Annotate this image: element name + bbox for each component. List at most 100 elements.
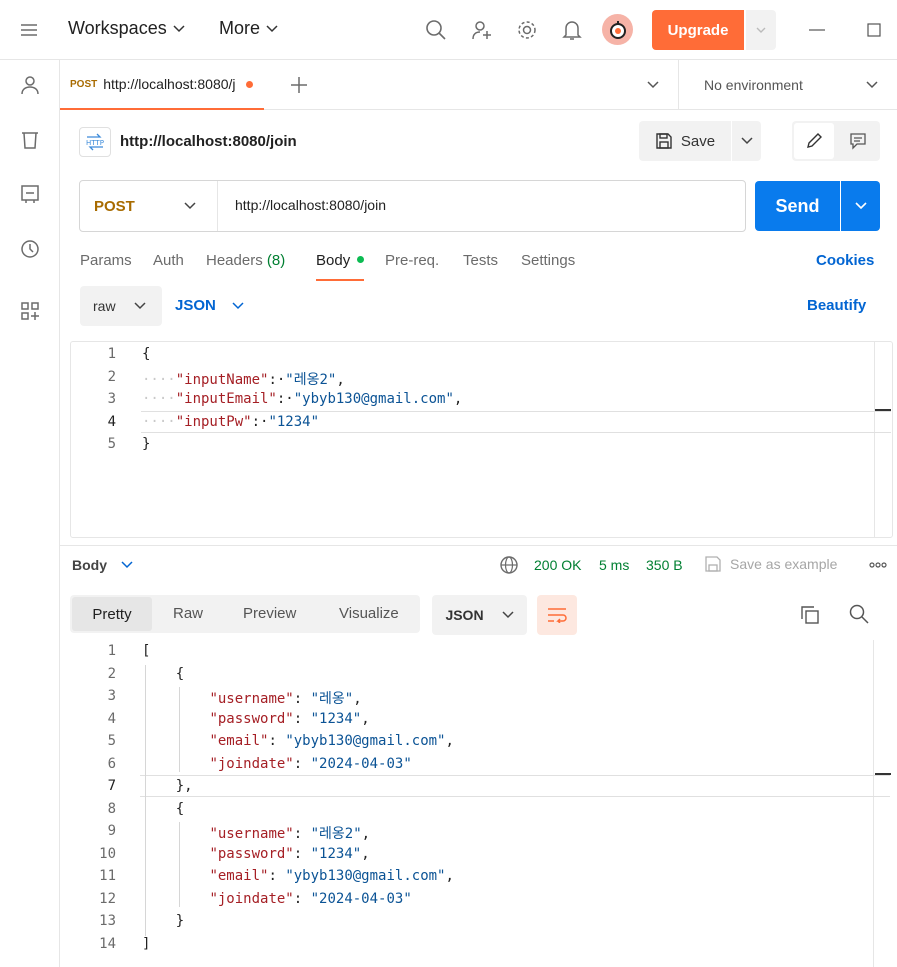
response-code-line: ] — [142, 936, 151, 952]
save-icon — [656, 133, 672, 149]
method-selector[interactable]: POST — [80, 181, 218, 231]
body-mode-select[interactable]: raw — [80, 286, 162, 326]
upgrade-options-button[interactable] — [746, 10, 776, 50]
chevron-down-icon — [866, 81, 878, 89]
tab-headers[interactable]: Headers (8) — [206, 252, 285, 269]
chevron-down-icon — [173, 24, 185, 32]
chevron-down-icon — [502, 611, 514, 619]
view-tab-pretty[interactable]: Pretty — [72, 597, 152, 631]
response-format-select[interactable]: JSON — [432, 595, 527, 635]
beautify-link[interactable]: Beautify — [807, 297, 866, 314]
code-line: ····"inputEmail":·"ybyb130@gmail.com", — [142, 391, 463, 407]
wrap-lines-button[interactable] — [537, 595, 577, 635]
save-button[interactable]: Save — [639, 121, 731, 161]
line-number: 3 — [107, 688, 116, 704]
response-code-line: [ — [142, 643, 151, 659]
tab-tests[interactable]: Tests — [463, 252, 498, 269]
edit-comment-toggle — [792, 121, 880, 161]
response-code-line: }, — [142, 778, 193, 794]
history-icon[interactable] — [17, 236, 43, 262]
unsaved-dot — [245, 80, 253, 88]
tab-settings[interactable]: Settings — [521, 252, 575, 269]
code-line: ····"inputName":·"레옹2", — [142, 372, 345, 388]
method-label: POST — [94, 197, 135, 215]
search-icon[interactable] — [849, 604, 869, 624]
workspaces-label: Workspaces — [68, 18, 167, 38]
settings-gear-icon[interactable] — [514, 16, 540, 44]
save-options-button[interactable] — [732, 121, 761, 161]
search-icon[interactable] — [423, 16, 449, 44]
save-icon — [705, 556, 721, 572]
response-code-line: "joindate": "2024-04-03" — [209, 891, 412, 907]
view-tab-raw[interactable]: Raw — [173, 605, 203, 622]
environments-icon[interactable] — [17, 181, 43, 207]
notifications-bell-icon[interactable] — [559, 16, 585, 44]
collections-trash-icon[interactable] — [17, 127, 43, 153]
line-number: 5 — [107, 436, 116, 452]
tab-body[interactable]: Body — [316, 252, 365, 281]
url-bar: POST http://localhost:8080/join — [79, 180, 746, 232]
response-view-tabs: Pretty Raw Preview Visualize — [70, 595, 420, 633]
invite-user-icon[interactable] — [469, 16, 495, 44]
view-tab-visualize[interactable]: Visualize — [339, 605, 399, 622]
line-number: 4 — [107, 711, 116, 727]
chevron-down-icon — [184, 202, 196, 210]
response-size[interactable]: 350 B — [646, 557, 683, 573]
chevron-down-icon — [232, 301, 244, 309]
response-section-toggle[interactable]: Body — [72, 557, 133, 573]
chevron-down-icon — [121, 561, 133, 569]
user-profile-icon[interactable] — [17, 72, 43, 98]
minimize-window-icon[interactable] — [804, 16, 830, 44]
send-button[interactable]: Send — [755, 181, 840, 231]
line-number: 9 — [107, 823, 116, 839]
editor-scrollbar[interactable] — [874, 342, 875, 537]
response-code-line: "password": "1234", — [209, 846, 370, 862]
tab-body-label: Body — [316, 252, 351, 269]
line-number: 10 — [99, 846, 116, 862]
top-bar: Workspaces More Upgrade — [0, 0, 897, 60]
line-number: 13 — [99, 913, 116, 929]
tab-auth[interactable]: Auth — [153, 252, 184, 269]
maximize-window-icon[interactable] — [861, 16, 887, 44]
upgrade-button[interactable]: Upgrade — [652, 10, 744, 50]
left-sidebar — [0, 60, 60, 967]
save-as-example-button[interactable]: Save as example — [704, 555, 837, 573]
chevron-down-icon — [266, 24, 278, 32]
chevron-down-icon — [854, 202, 867, 210]
body-language-select[interactable]: JSON — [175, 297, 244, 314]
comments-icon[interactable] — [838, 123, 878, 159]
environment-selector[interactable]: No environment — [679, 60, 897, 110]
response-cursor-marker — [875, 773, 891, 775]
add-apps-grid-icon[interactable] — [17, 298, 43, 324]
hamburger-menu-icon[interactable] — [16, 16, 42, 44]
copy-icon[interactable] — [800, 605, 820, 625]
workspaces-menu[interactable]: Workspaces — [68, 18, 185, 39]
code-line: { — [142, 346, 151, 362]
cookies-link[interactable]: Cookies — [816, 252, 874, 269]
more-options-icon[interactable] — [869, 562, 887, 568]
status-code[interactable]: 200 OK — [534, 557, 581, 573]
tab-params[interactable]: Params — [80, 252, 132, 269]
tab-pre-request[interactable]: Pre-req. — [385, 252, 439, 269]
response-code-line: } — [142, 913, 185, 929]
headers-count-badge: (8) — [266, 252, 286, 269]
send-options-button[interactable] — [841, 181, 880, 231]
globe-icon[interactable] — [499, 555, 519, 575]
request-name[interactable]: http://localhost:8080/join — [120, 133, 297, 150]
response-code-line: "username": "레옹", — [209, 691, 362, 707]
tabs-overflow-chevron-icon[interactable] — [647, 81, 659, 89]
more-menu[interactable]: More — [219, 18, 278, 39]
view-tab-preview[interactable]: Preview — [243, 605, 296, 622]
pane-divider[interactable] — [60, 545, 897, 546]
avatar[interactable] — [602, 14, 633, 45]
response-time[interactable]: 5 ms — [599, 557, 629, 573]
chevron-down-icon — [134, 302, 146, 310]
editor-cursor-marker — [875, 409, 891, 411]
response-code-line: "email": "ybyb130@gmail.com", — [209, 868, 454, 884]
response-scrollbar[interactable] — [873, 640, 874, 967]
active-request-tab[interactable]: POST http://localhost:8080/j — [60, 60, 264, 110]
new-tab-plus-icon[interactable] — [290, 76, 308, 94]
edit-pencil-icon[interactable] — [794, 123, 834, 159]
response-section-label: Body — [72, 557, 107, 573]
url-input[interactable]: http://localhost:8080/join — [235, 197, 386, 213]
